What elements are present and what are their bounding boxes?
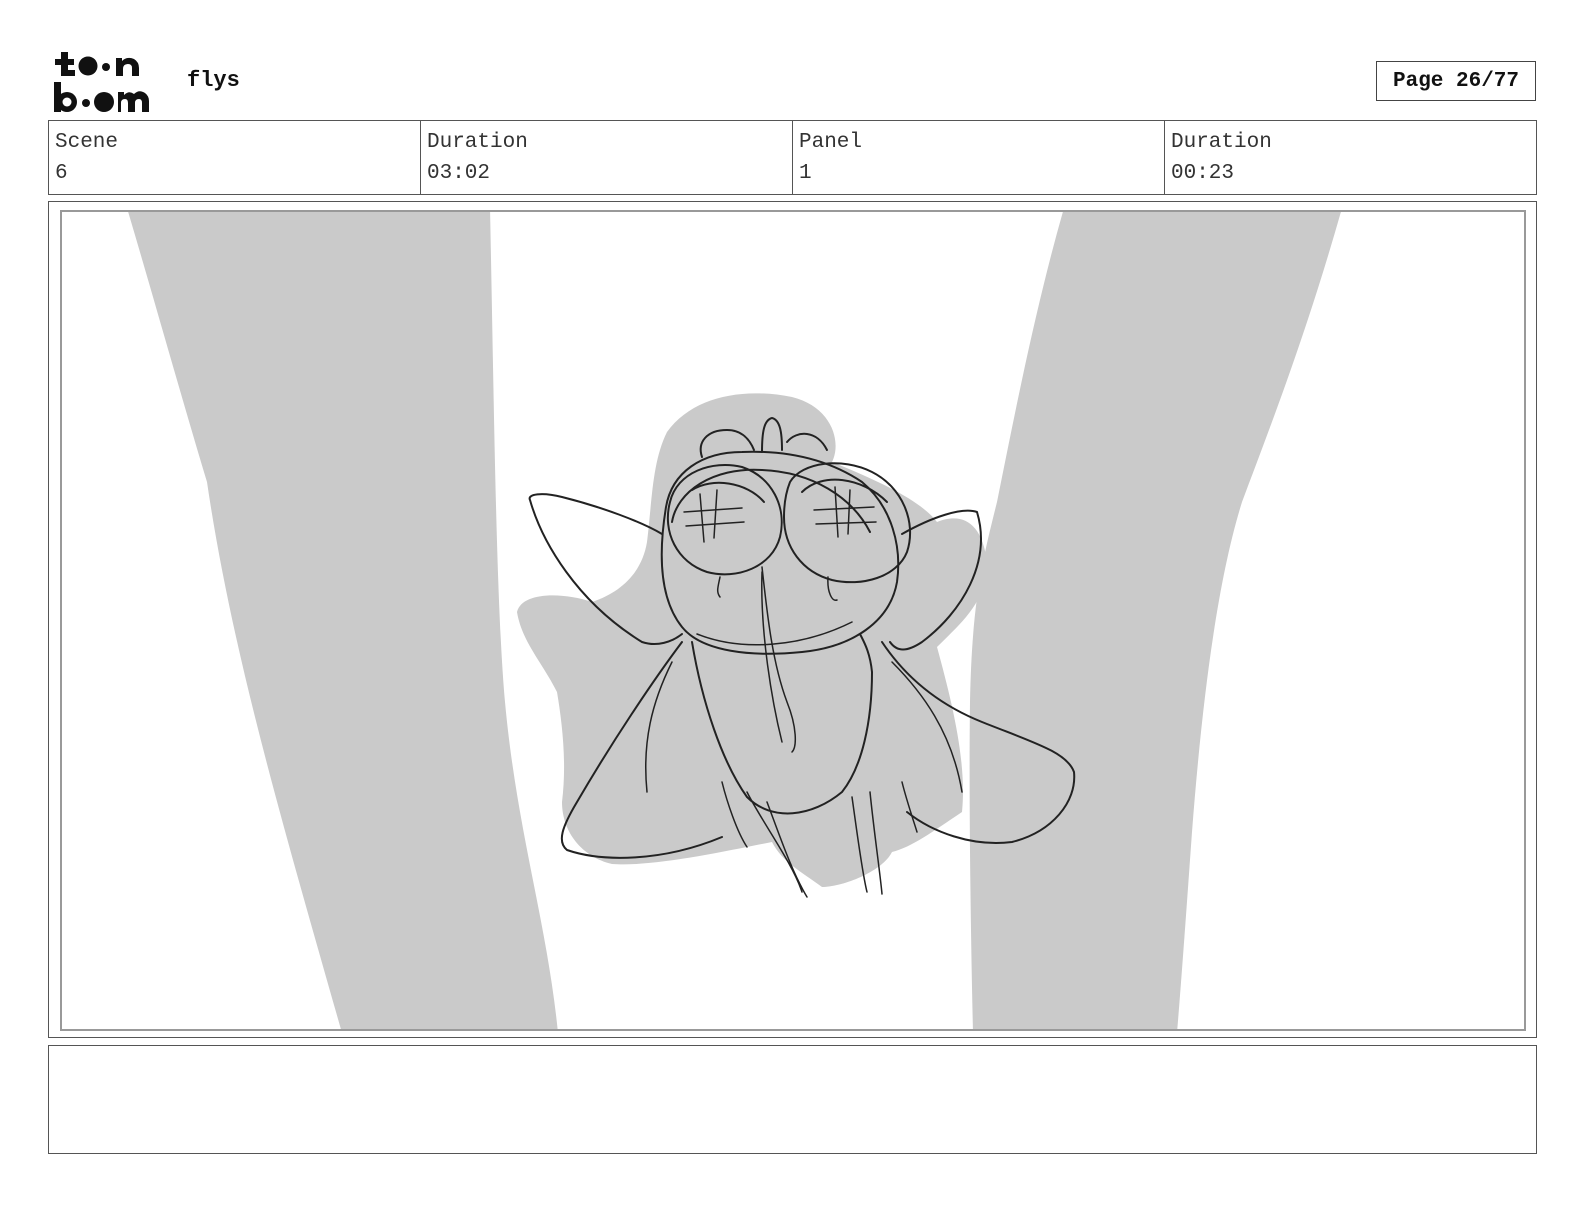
scene-info-table: Scene 6 Duration 03:02 Panel 1 Duration …	[48, 120, 1537, 195]
panel-duration-value: 00:23	[1171, 162, 1235, 185]
project-title: flys	[187, 68, 240, 93]
scene-label: Scene	[55, 131, 119, 154]
scene-duration-label: Duration	[427, 131, 528, 154]
fly-shadow	[517, 393, 987, 887]
scene-value: 6	[55, 162, 68, 185]
toonboom-logo	[54, 52, 149, 112]
panel-label: Panel	[799, 131, 863, 154]
fly-sketch-drawing	[128, 212, 1341, 1029]
panel-drawing-area	[60, 210, 1526, 1031]
panel-duration-label: Duration	[1171, 131, 1272, 154]
right-grey-band	[969, 212, 1341, 1029]
scene-duration-cell: Duration 03:02	[421, 121, 793, 194]
panel-duration-cell: Duration 00:23	[1165, 121, 1536, 194]
background-shapes	[128, 212, 1341, 1029]
page-indicator: Page 26/77	[1376, 61, 1536, 101]
scene-duration-value: 03:02	[427, 162, 491, 185]
panel-notes-box	[48, 1045, 1537, 1154]
panel-cell: Panel 1	[793, 121, 1165, 194]
scene-cell: Scene 6	[49, 121, 421, 194]
panel-value: 1	[799, 162, 812, 185]
left-grey-band	[128, 212, 558, 1029]
